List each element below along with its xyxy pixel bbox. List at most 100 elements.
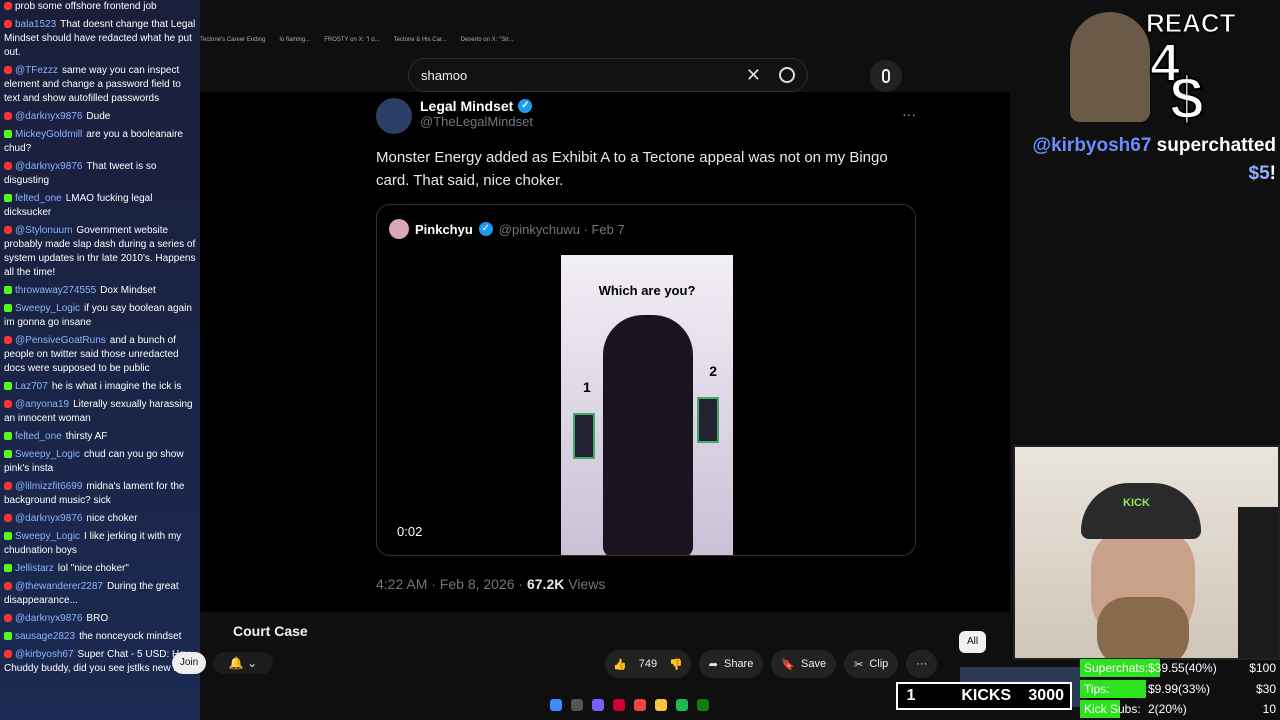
chat-message: @lilmizzfit6699 midna's lament for the ba… [4, 480, 196, 508]
tab-5[interactable]: Deserto on X: "Str... [461, 37, 514, 53]
youtube-icon [4, 582, 12, 590]
tab-1[interactable]: Tectone's Career Ending [200, 37, 266, 53]
search-icon[interactable] [571, 699, 583, 711]
chat-username: Laz707 [15, 381, 48, 392]
superchat-amount: $5 [1248, 163, 1270, 184]
chrome-icon[interactable] [634, 699, 646, 711]
kick-icon [4, 382, 12, 390]
bell-icon[interactable]: 🔔 ⌄ [213, 652, 273, 674]
can-image [573, 413, 595, 459]
avatar [389, 219, 409, 239]
discord-icon[interactable] [592, 699, 604, 711]
search-icon[interactable] [779, 67, 795, 83]
kicks-counter: 1 KICKS 3000 [896, 682, 1072, 710]
clip-button[interactable]: ✂ Clip [844, 650, 899, 678]
filter-chip-all[interactable]: All [959, 631, 987, 653]
mic-icon[interactable] [870, 60, 902, 92]
tweet-text: Monster Energy added as Exhibit A to a T… [376, 149, 888, 189]
xbox-icon[interactable] [697, 699, 709, 711]
youtube-icon [4, 226, 12, 234]
goal-label: Kick Subs: [1084, 702, 1141, 717]
chat-username: @anyona19 [15, 399, 70, 410]
chat-message: @kirbyosh67 Super Chat - 5 USD: Hey Chudd… [4, 648, 196, 676]
logo-character [1070, 12, 1150, 122]
like-button[interactable]: 👍 749 👎 [605, 650, 691, 678]
clear-icon[interactable]: ✕ [746, 65, 761, 86]
more-actions-button[interactable]: ··· [906, 650, 938, 678]
chat-text: BRO [86, 613, 109, 624]
cap: KICK [1081, 483, 1201, 539]
chat-username: Sweepy_Logic [15, 531, 81, 542]
thumbs-down-icon[interactable]: 👎 [669, 658, 683, 671]
chat-message: felted_one thirsty AF [4, 430, 196, 444]
chat-username: bala1523 [15, 19, 57, 30]
folder-icon[interactable] [655, 699, 667, 711]
like-count: 749 [638, 658, 658, 670]
goal-target: $100 [1249, 661, 1276, 675]
tweet-time: 4:22 AM · Feb 8, 2026 · [376, 576, 527, 592]
chat-message: Sweepy_Logic I like jerking it with my ch… [4, 530, 196, 558]
media-label-1: 1 [583, 379, 591, 395]
chat-username: @TFezzz [15, 65, 58, 76]
chat-username: MickeyGoldmill [15, 129, 83, 140]
react-logo: REACT 4 $ [1062, 4, 1236, 134]
chat-text: he is what i imagine the ick is [51, 381, 182, 392]
spotify-icon[interactable] [676, 699, 688, 711]
author-handle: @TheLegalMindset [420, 114, 533, 129]
chat-text: lol "nice choker" [57, 563, 129, 574]
video-actions: 👍 749 👎 ➦ Share 🔖 Save ✂ Clip ··· [605, 650, 938, 678]
share-label: Share [723, 658, 754, 670]
kick-icon [4, 304, 12, 312]
youtube-icon [4, 614, 12, 622]
chat-username: @PensiveGoatRuns [15, 335, 106, 346]
tweet-footer: 4:22 AM · Feb 8, 2026 · 67.2K Views [376, 576, 916, 592]
chat-username: @darknyx9876 [15, 613, 83, 624]
share-button[interactable]: ➦ Share [698, 650, 764, 678]
windows-icon[interactable] [550, 699, 562, 711]
chat-text: thirsty AF [65, 431, 108, 442]
search-input[interactable]: shamoo [421, 68, 746, 83]
chat-text: the nonceyock mindset [79, 631, 182, 642]
chat-message: felted_one LMAO fucking legal dicksucker [4, 192, 196, 220]
chat-username: Sweepy_Logic [15, 303, 81, 314]
media-duration: 0:02 [397, 524, 423, 539]
save-button[interactable]: 🔖 Save [771, 650, 837, 678]
verified-icon: ✓ [518, 99, 533, 113]
cap-text: KICK [1123, 497, 1150, 509]
join-button[interactable]: Join [172, 652, 206, 674]
share-icon: ➦ [708, 658, 718, 671]
goal-row: Superchats: $39.55(40%) $100 [1080, 658, 1280, 679]
more-icon: ··· [902, 106, 916, 122]
chat-message: MickeyGoldmill are you a booleanaire chud… [4, 128, 196, 156]
kick-icon [4, 130, 12, 138]
goal-value: $39.55(40%) [1148, 661, 1217, 675]
author-name: Legal Mindset [420, 98, 514, 114]
tab-3[interactable]: FROSTY on X: "I d... [324, 37, 379, 53]
youtube-icon [4, 66, 12, 74]
goal-row: Tips: $9.99(33%) $30 [1080, 679, 1280, 700]
chat-message: sausage2823 the nonceyock mindset [4, 630, 196, 644]
chat-message: Jellistarz lol "nice choker" [4, 562, 196, 576]
tab-4[interactable]: Tectone & His Car... [394, 37, 447, 53]
goal-row: Kick Subs: 2(20%) 10 [1080, 699, 1280, 720]
search-bar[interactable]: shamoo ✕ [408, 58, 808, 92]
obs-icon[interactable] [613, 699, 625, 711]
youtube-icon [4, 336, 12, 344]
chat-message: @PensiveGoatRuns and a bunch of people on… [4, 334, 196, 376]
scissors-icon: ✂ [854, 658, 864, 671]
superchat-text: superchatted [1151, 135, 1276, 156]
kick-icon [4, 194, 12, 202]
figure-image [603, 315, 693, 555]
kick-icon [4, 532, 12, 540]
goal-target: 10 [1262, 702, 1276, 717]
chat-message: prob some offshore frontend job [4, 0, 196, 14]
tab-2[interactable]: lo flaming... [280, 37, 311, 53]
chat-username: @kirbyosh67 [15, 649, 74, 660]
chat-message: @darknyx9876 Dude [4, 110, 196, 124]
chat-username: @darknyx9876 [15, 161, 83, 172]
chat-username: @Stylonuum [15, 225, 73, 236]
chat-username: @darknyx9876 [15, 111, 83, 122]
thumbs-up-icon: 👍 [613, 658, 627, 671]
media-label-2: 2 [709, 363, 717, 379]
chat-message: Sweepy_Logic if you say boolean again im … [4, 302, 196, 330]
